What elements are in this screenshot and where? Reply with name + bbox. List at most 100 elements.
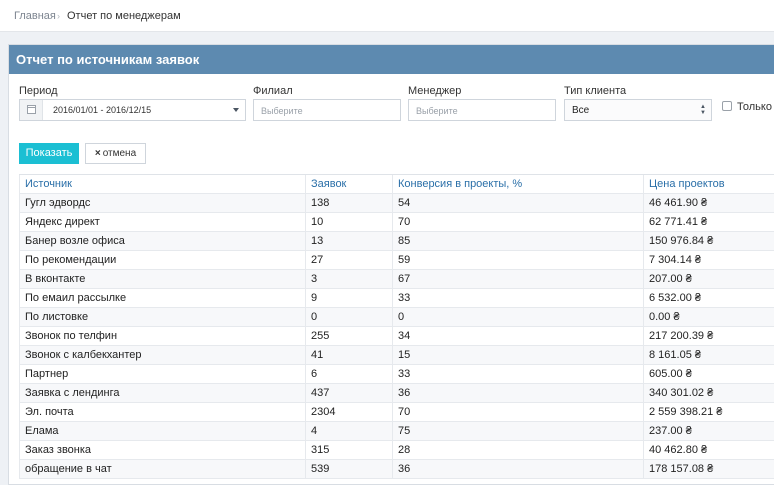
requests-cell: 3 — [305, 270, 392, 289]
client-type-label: Тип клиента — [564, 85, 627, 97]
conversion-cell: 34 — [392, 327, 643, 346]
top-bar: Главная › Отчет по менеджерам — [0, 0, 774, 32]
manager-select[interactable]: Выберите — [408, 99, 556, 121]
sources-table: Источник Заявок Конверсия в проекты, % Ц… — [19, 174, 774, 479]
source-cell: Эл. почта — [19, 403, 305, 422]
source-cell: Гугл эдвордс — [19, 194, 305, 213]
table-row: Гугл эдвордс 138 54 46 461.90 ₴ — [19, 194, 774, 213]
manager-label: Менеджер — [408, 85, 462, 97]
breadcrumb-separator-icon: › — [57, 11, 60, 21]
table-row: Заказ звонка 315 28 40 462.80 ₴ — [19, 441, 774, 460]
conversion-cell: 75 — [392, 422, 643, 441]
source-cell: обращение в чат — [19, 460, 305, 479]
price-cell: 237.00 ₴ — [643, 422, 774, 441]
price-cell: 0.00 ₴ — [643, 308, 774, 327]
column-header-requests[interactable]: Заявок — [305, 175, 392, 194]
source-cell: По рекомендации — [19, 251, 305, 270]
table-row: Яндекс директ 10 70 62 771.41 ₴ — [19, 213, 774, 232]
source-cell: По листовке — [19, 308, 305, 327]
table-row: В вконтакте 3 67 207.00 ₴ — [19, 270, 774, 289]
client-type-select[interactable]: Все ▲ ▼ — [564, 99, 712, 121]
show-button[interactable]: Показать — [19, 143, 79, 164]
requests-cell: 9 — [305, 289, 392, 308]
requests-cell: 10 — [305, 213, 392, 232]
period-value: 2016/01/01 - 2016/12/15 — [53, 105, 152, 115]
conversion-cell: 70 — [392, 213, 643, 232]
source-cell: Заказ звонка — [19, 441, 305, 460]
conversion-cell: 67 — [392, 270, 643, 289]
source-cell: По емаил рассылке — [19, 289, 305, 308]
table-header-row: Источник Заявок Конверсия в проекты, % Ц… — [19, 175, 774, 194]
price-cell: 217 200.39 ₴ — [643, 327, 774, 346]
conversion-cell: 28 — [392, 441, 643, 460]
only-with-label: Только с — [737, 101, 774, 113]
conversion-cell: 33 — [392, 289, 643, 308]
price-cell: 40 462.80 ₴ — [643, 441, 774, 460]
branch-select[interactable]: Выберите — [253, 99, 401, 121]
requests-cell: 41 — [305, 346, 392, 365]
table-row: обращение в чат 539 36 178 157.08 ₴ — [19, 460, 774, 479]
chevron-down-icon — [233, 108, 239, 112]
table-row: Елама 4 75 237.00 ₴ — [19, 422, 774, 441]
only-with-checkbox[interactable] — [722, 101, 732, 111]
breadcrumb-home[interactable]: Главная — [14, 10, 56, 22]
requests-cell: 437 — [305, 384, 392, 403]
table-row: Заявка с лендинга 437 36 340 301.02 ₴ — [19, 384, 774, 403]
calendar-button[interactable] — [20, 100, 43, 120]
manager-placeholder: Выберите — [416, 106, 458, 116]
price-cell: 207.00 ₴ — [643, 270, 774, 289]
source-cell: В вконтакте — [19, 270, 305, 289]
calendar-icon — [27, 105, 36, 114]
conversion-cell: 85 — [392, 232, 643, 251]
report-panel: Отчет по источникам заявок Период Филиал… — [8, 44, 774, 485]
price-cell: 605.00 ₴ — [643, 365, 774, 384]
requests-cell: 27 — [305, 251, 392, 270]
conversion-cell: 33 — [392, 365, 643, 384]
conversion-cell: 36 — [392, 384, 643, 403]
source-cell: Звонок по телфин — [19, 327, 305, 346]
client-type-value: Все — [572, 105, 590, 116]
price-cell: 340 301.02 ₴ — [643, 384, 774, 403]
source-cell: Заявка с лендинга — [19, 384, 305, 403]
table-row: Банер возле офиса 13 85 150 976.84 ₴ — [19, 232, 774, 251]
conversion-cell: 54 — [392, 194, 643, 213]
period-range-picker[interactable]: 2016/01/01 - 2016/12/15 — [19, 99, 246, 121]
column-header-conversion[interactable]: Конверсия в проекты, % — [392, 175, 643, 194]
table-row: По листовке 0 0 0.00 ₴ — [19, 308, 774, 327]
requests-cell: 4 — [305, 422, 392, 441]
branch-label: Филиал — [253, 85, 293, 97]
conversion-cell: 15 — [392, 346, 643, 365]
panel-title: Отчет по источникам заявок — [16, 52, 200, 67]
conversion-cell: 70 — [392, 403, 643, 422]
select-arrows-icon: ▲ ▼ — [700, 104, 706, 116]
requests-cell: 0 — [305, 308, 392, 327]
column-header-price[interactable]: Цена проектов — [643, 175, 774, 194]
price-cell: 6 532.00 ₴ — [643, 289, 774, 308]
conversion-cell: 59 — [392, 251, 643, 270]
conversion-cell: 36 — [392, 460, 643, 479]
breadcrumb-current: Отчет по менеджерам — [67, 10, 181, 22]
source-cell: Звонок с калбекхантер — [19, 346, 305, 365]
period-label: Период — [19, 85, 58, 97]
requests-cell: 2304 — [305, 403, 392, 422]
close-icon: × — [94, 148, 101, 159]
requests-cell: 315 — [305, 441, 392, 460]
source-cell: Банер возле офиса — [19, 232, 305, 251]
source-cell: Партнер — [19, 365, 305, 384]
requests-cell: 255 — [305, 327, 392, 346]
price-cell: 2 559 398.21 ₴ — [643, 403, 774, 422]
price-cell: 7 304.14 ₴ — [643, 251, 774, 270]
price-cell: 178 157.08 ₴ — [643, 460, 774, 479]
price-cell: 150 976.84 ₴ — [643, 232, 774, 251]
price-cell: 46 461.90 ₴ — [643, 194, 774, 213]
source-cell: Яндекс директ — [19, 213, 305, 232]
column-header-source[interactable]: Источник — [19, 175, 305, 194]
table-row: Партнер 6 33 605.00 ₴ — [19, 365, 774, 384]
requests-cell: 6 — [305, 365, 392, 384]
cancel-button[interactable]: × отмена — [85, 143, 146, 164]
panel-header: Отчет по источникам заявок — [9, 45, 774, 74]
price-cell: 62 771.41 ₴ — [643, 213, 774, 232]
cancel-label: отмена — [102, 148, 137, 159]
requests-cell: 13 — [305, 232, 392, 251]
conversion-cell: 0 — [392, 308, 643, 327]
